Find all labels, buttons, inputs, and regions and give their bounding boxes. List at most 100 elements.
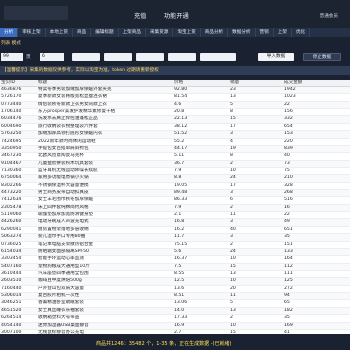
cell-id: 6290041 — [1, 226, 22, 232]
tab-2[interactable]: 本地上货 — [46, 28, 73, 37]
table-row[interactable]: 3610444 汽车座垫四季通用全包围 8.55 13 111 — [0, 270, 350, 279]
cell-title: 汽车座垫四季通用全包围 — [38, 270, 89, 276]
table-row[interactable]: 0736025 笔记本电脑支架散热铝合金 75.15 2 151 — [0, 242, 350, 249]
cell-sales: 8 — [230, 109, 233, 115]
table-row[interactable]: 7160440 户外登山包双肩大容量 13.6 20 272 — [0, 286, 350, 294]
table-row[interactable]: 3303454 智能手环运动心率监测 16.37 10 164 — [0, 256, 350, 264]
table-row[interactable]: 5306014 复古胶片相机一次性 8.51 11 94 — [0, 293, 350, 301]
table-row[interactable]: 3046251 香薰精油卧室助眠套装 13.06 5 65 — [0, 300, 350, 308]
cell-id: 5306014 — [1, 293, 22, 299]
tab-0[interactable]: 分析 — [0, 28, 19, 37]
cell-title: 厨房置物架落地多层收纳 — [38, 226, 89, 232]
filter-select-5[interactable] — [200, 53, 236, 61]
tab-4[interactable]: 编辑标题 — [91, 28, 119, 37]
table-row[interactable]: 5063274 婴儿湿巾手口专用80抽 11.7 3 35 — [0, 234, 350, 242]
page-label: 页 — [26, 55, 31, 60]
table-row[interactable]: 2305478 床上四件套纯棉简约风格 7.9 2 16 — [0, 204, 350, 213]
cell-id: 3610444 — [1, 270, 22, 276]
cell-price: 89.48 — [174, 190, 188, 196]
function-tabs: 分析 审核上架 本地上货 商品 编辑标题 上架商品 采集货源 淘宝上货 商品分析 数据分析 营销 上架… — [0, 28, 350, 37]
cell-deal: 112 — [284, 263, 293, 269]
table-row[interactable]: 3467230 北欧风创意陶瓷马克杯 5.11 8 40 — [0, 153, 350, 161]
cell-sales: 3 — [230, 190, 233, 196]
tab-7[interactable]: 淘宝上货 — [173, 28, 201, 37]
cell-sales: 15 — [230, 116, 236, 122]
filter-select-1[interactable] — [72, 53, 100, 61]
col-price[interactable]: 价格 — [172, 80, 228, 86]
tab-6[interactable]: 采集货源 — [146, 28, 174, 37]
cell-deal: 133 — [284, 248, 293, 254]
tab-11[interactable]: 上架 — [274, 28, 292, 37]
cell-title: 男士商务皮带自动扣真皮 — [38, 190, 89, 196]
import-data-button[interactable]: 导入数据 — [258, 53, 294, 61]
table-row[interactable]: 4651520 女士真丝睡衣长袖套装 14.0 13 182 — [0, 307, 350, 316]
filter-select-2[interactable] — [104, 53, 132, 61]
cell-deal: 164 — [284, 256, 293, 262]
table-row[interactable]: 7412634 女士羊毛围巾秋冬加厚保暖 86.33 6 516 — [0, 197, 350, 205]
cell-deal: 328 — [284, 182, 293, 188]
cell-sales: 8 — [230, 153, 233, 159]
cell-id: 5063274 — [1, 234, 22, 240]
page-input[interactable]: 99 — [1, 53, 23, 61]
filter-select-3[interactable] — [136, 53, 164, 61]
col-sales[interactable]: 销量 — [228, 80, 282, 86]
table-row[interactable]: 1706140 东方prosper美发护发精华素修复干枯 20.8 8 156 — [0, 109, 350, 117]
table-row[interactable]: 2603510 咖啡豆中度烘焙500g 12.5 10 125 — [0, 278, 350, 286]
tab-1[interactable]: 审核上架 — [18, 28, 46, 37]
cell-deal: 151 — [284, 241, 293, 247]
cell-sales: 10 — [230, 256, 236, 262]
cell-price: 36.7 — [174, 160, 185, 166]
cell-price: 8.8 — [174, 175, 182, 181]
tab-12[interactable]: 优化 — [292, 28, 311, 37]
table-row[interactable]: 0773440 情侣装秋冬新款卫衣男女同款上衣 4.6 5 22 — [0, 101, 350, 110]
stop-data-button[interactable]: 停止数据 — [303, 53, 341, 61]
cell-id: 6154034 — [1, 248, 22, 254]
col-id[interactable]: 宝贝ID — [0, 80, 36, 86]
table-row[interactable]: 4636876 特卖冬季男装加绒加厚保暖外套夹克 92.80 23 1942 — [0, 87, 350, 95]
cell-price: 92.80 — [174, 87, 188, 92]
table-row[interactable]: 5407160 宠物狗粮成犬通用型10斤 7.5 15 112 — [0, 263, 350, 271]
cell-price: 5.6 — [174, 248, 182, 254]
table-row[interactable]: 6154034 防晒霜女面部隔离SPF50 5.6 24 133 — [0, 248, 350, 257]
nav-recharge[interactable]: 充值 — [134, 11, 146, 20]
table-row[interactable]: 6034476 洗发水去屑止痒控油蓬松正品 22.13 15 332 — [0, 116, 350, 124]
cell-title: 东方prosper美发护发精华素修复干枯 — [38, 109, 116, 115]
nav-open-features[interactable]: 功能开通 — [164, 11, 189, 20]
table-row[interactable]: 6750064 家用多功能电煮锅小火锅 8.8 24 210 — [0, 175, 350, 183]
cell-sales: 15 — [230, 329, 236, 334]
table-row[interactable]: 3350950 手提包女百搭单肩斜挎包 44.17 19 839 — [0, 145, 350, 154]
table-row[interactable]: 4426260 电动牙刷成人声波充电式 16.8 3 49 — [0, 219, 350, 227]
tab-3[interactable]: 商品 — [73, 28, 92, 37]
table-row[interactable]: 6004690 旅行收纳袋衣物整理袋六件套 38.12 17 654 — [0, 123, 350, 132]
user-level[interactable]: 普通会员 — [320, 13, 338, 19]
cell-title: 儿童益智拼装积木玩具套装 — [38, 160, 94, 166]
cell-title: 婴儿湿巾手口专用80抽 — [38, 234, 86, 240]
table-row[interactable]: 6290041 厨房置物架落地多层收纳 16.2 40 651 — [0, 226, 350, 235]
table-row[interactable]: 6264514 收纳箱塑料大号带盖 17.33 2 35 — [0, 315, 350, 323]
cell-id: 4473220 — [1, 190, 22, 196]
filter-select-4[interactable] — [168, 53, 196, 61]
tab-9[interactable]: 数据分析 — [228, 28, 256, 37]
cell-price: 38.12 — [174, 123, 188, 129]
col-deal[interactable]: 成交金额 — [282, 80, 350, 86]
table-row[interactable]: 3007100 无线鼠标静音办公充电 2.7 15 41 — [0, 330, 350, 334]
col-title[interactable]: 标题 — [36, 80, 172, 86]
table-row[interactable]: 4054140 迷你加湿器USB桌面静音 16.9 10 169 — [0, 322, 350, 330]
table-row[interactable]: 5726170 夏季新款女装韩版宽松显瘦连衣裙 81.54 13 1023 — [0, 94, 350, 102]
tab-5[interactable]: 上架商品 — [119, 28, 146, 37]
table-row[interactable]: 9104467 儿童益智拼装积木玩具套装 36.7 2 73 — [0, 160, 350, 168]
cell-deal: 169 — [284, 322, 293, 328]
per-page-input[interactable]: 6 — [40, 53, 64, 61]
tab-8[interactable]: 商品分析 — [201, 28, 229, 37]
cell-deal: 1023 — [284, 94, 296, 100]
tab-10[interactable]: 营销 — [256, 28, 274, 37]
cell-deal: 156 — [284, 109, 293, 115]
table-row[interactable]: 7130360 蓝牙耳机无线运动降噪长续航 7.9 10 75 — [0, 168, 350, 176]
table-row[interactable]: 7424695 2022新年款时尚休闲运动鞋 55.2 4 220 — [0, 139, 350, 146]
cell-title: 家用多功能电煮锅小火锅 — [38, 175, 89, 181]
table-row[interactable]: 4473220 男士商务皮带自动扣真皮 89.48 3 268 — [0, 190, 350, 198]
table-row[interactable]: 8302266 不锈钢保温杯大容量便携 19.05 17 328 — [0, 182, 350, 191]
cell-price: 5.11 — [174, 153, 185, 159]
table-row[interactable]: 5119060 瑜伽垫加厚加宽防滑健身垫 2.1 11 22 — [0, 212, 350, 220]
table-row[interactable]: 5763250 加绒加厚高领打底衫女保暖内衣 51.52 3 153 — [0, 131, 350, 139]
